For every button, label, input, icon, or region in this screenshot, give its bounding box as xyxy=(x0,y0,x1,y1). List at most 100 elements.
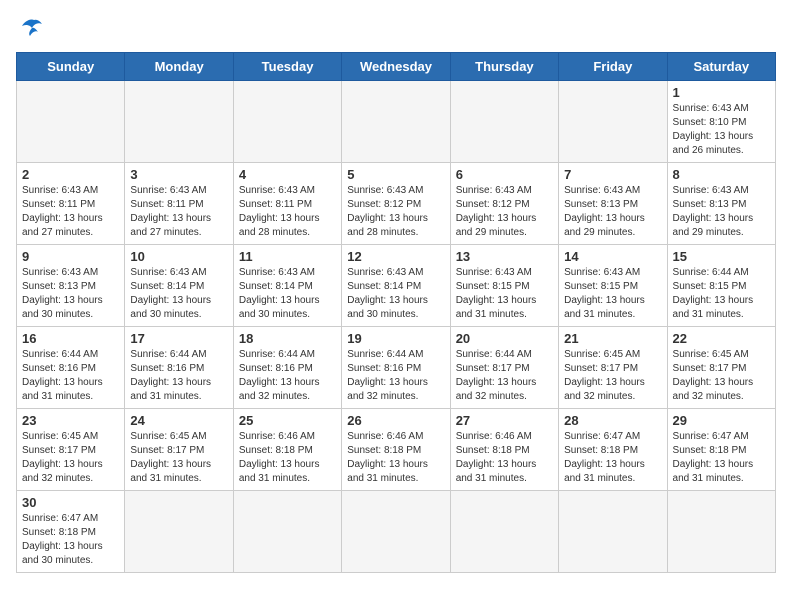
calendar-cell: 29 Sunrise: 6:47 AMSunset: 8:18 PMDayligh… xyxy=(667,409,775,491)
calendar-cell: 13 Sunrise: 6:43 AMSunset: 8:15 PMDayligh… xyxy=(450,245,558,327)
calendar-cell: 23Sunrise: 6:45 AMSunset: 8:17 PMDayligh… xyxy=(17,409,125,491)
day-number: 30 xyxy=(22,495,119,510)
calendar-week-4: 16 Sunrise: 6:44 AMSunset: 8:16 PMDayligh… xyxy=(17,327,776,409)
cell-info: Sunrise: 6:43 AMSunset: 8:10 PMDaylight:… xyxy=(673,102,770,158)
calendar-cell: 17Sunrise: 6:44 AMSunset: 8:16 PMDayligh… xyxy=(125,327,233,409)
calendar-cell: 11Sunrise: 6:43 AMSunset: 8:14 PMDayligh… xyxy=(233,245,341,327)
cell-info: Sunrise: 6:44 AMSunset: 8:17 PMDaylight:… xyxy=(456,348,553,404)
calendar-cell: 28Sunrise: 6:47 AMSunset: 8:18 PMDayligh… xyxy=(559,409,667,491)
calendar-cell: 4 Sunrise: 6:43 AMSunset: 8:11 PMDaylight… xyxy=(233,163,341,245)
day-number: 5 xyxy=(347,167,444,182)
day-number: 18 xyxy=(239,331,336,346)
day-number: 25 xyxy=(239,413,336,428)
day-number: 27 xyxy=(456,413,553,428)
cell-info: Sunrise: 6:47 AMSunset: 8:18 PMDaylight:… xyxy=(22,512,119,568)
logo-bird-icon xyxy=(20,16,48,40)
calendar-cell: 30 Sunrise: 6:47 AMSunset: 8:18 PMDayligh… xyxy=(17,491,125,573)
calendar-cell xyxy=(559,81,667,163)
calendar-week-1: 1 Sunrise: 6:43 AMSunset: 8:10 PMDaylight… xyxy=(17,81,776,163)
cell-info: Sunrise: 6:43 AMSunset: 8:11 PMDaylight:… xyxy=(239,184,336,240)
day-number: 13 xyxy=(456,249,553,264)
cell-info: Sunrise: 6:47 AMSunset: 8:18 PMDaylight:… xyxy=(673,430,770,486)
day-number: 14 xyxy=(564,249,661,264)
cell-info: Sunrise: 6:44 AMSunset: 8:16 PMDaylight:… xyxy=(130,348,227,404)
weekday-header-thursday: Thursday xyxy=(450,53,558,81)
weekday-header-sunday: Sunday xyxy=(17,53,125,81)
calendar-cell: 20 Sunrise: 6:44 AMSunset: 8:17 PMDayligh… xyxy=(450,327,558,409)
calendar-cell: 14 Sunrise: 6:43 AMSunset: 8:15 PMDayligh… xyxy=(559,245,667,327)
calendar-cell: 26Sunrise: 6:46 AMSunset: 8:18 PMDayligh… xyxy=(342,409,450,491)
calendar-cell: 3 Sunrise: 6:43 AMSunset: 8:11 PMDaylight… xyxy=(125,163,233,245)
cell-info: Sunrise: 6:43 AMSunset: 8:11 PMDaylight:… xyxy=(22,184,119,240)
calendar-cell: 27Sunrise: 6:46 AMSunset: 8:18 PMDayligh… xyxy=(450,409,558,491)
cell-info: Sunrise: 6:43 AMSunset: 8:13 PMDaylight:… xyxy=(673,184,770,240)
weekday-header-monday: Monday xyxy=(125,53,233,81)
calendar-cell: 24 Sunrise: 6:45 AMSunset: 8:17 PMDayligh… xyxy=(125,409,233,491)
calendar-cell: 15 Sunrise: 6:44 AMSunset: 8:15 PMDayligh… xyxy=(667,245,775,327)
calendar-cell xyxy=(667,491,775,573)
calendar-cell: 9Sunrise: 6:43 AMSunset: 8:13 PMDaylight… xyxy=(17,245,125,327)
cell-info: Sunrise: 6:44 AMSunset: 8:16 PMDaylight:… xyxy=(239,348,336,404)
day-number: 22 xyxy=(673,331,770,346)
calendar-cell xyxy=(559,491,667,573)
day-number: 24 xyxy=(130,413,227,428)
calendar-cell: 19 Sunrise: 6:44 AMSunset: 8:16 PMDayligh… xyxy=(342,327,450,409)
weekday-header-row: SundayMondayTuesdayWednesdayThursdayFrid… xyxy=(17,53,776,81)
day-number: 21 xyxy=(564,331,661,346)
day-number: 8 xyxy=(673,167,770,182)
day-number: 16 xyxy=(22,331,119,346)
cell-info: Sunrise: 6:44 AMSunset: 8:15 PMDaylight:… xyxy=(673,266,770,322)
cell-info: Sunrise: 6:43 AMSunset: 8:14 PMDaylight:… xyxy=(130,266,227,322)
day-number: 6 xyxy=(456,167,553,182)
calendar-cell xyxy=(450,81,558,163)
day-number: 2 xyxy=(22,167,119,182)
cell-info: Sunrise: 6:46 AMSunset: 8:18 PMDaylight:… xyxy=(239,430,336,486)
cell-info: Sunrise: 6:43 AMSunset: 8:13 PMDaylight:… xyxy=(22,266,119,322)
cell-info: Sunrise: 6:45 AMSunset: 8:17 PMDaylight:… xyxy=(673,348,770,404)
day-number: 19 xyxy=(347,331,444,346)
calendar-week-6: 30 Sunrise: 6:47 AMSunset: 8:18 PMDayligh… xyxy=(17,491,776,573)
calendar-cell xyxy=(233,491,341,573)
calendar-cell: 18 Sunrise: 6:44 AMSunset: 8:16 PMDayligh… xyxy=(233,327,341,409)
weekday-header-wednesday: Wednesday xyxy=(342,53,450,81)
cell-info: Sunrise: 6:43 AMSunset: 8:12 PMDaylight:… xyxy=(347,184,444,240)
calendar-cell: 21 Sunrise: 6:45 AMSunset: 8:17 PMDayligh… xyxy=(559,327,667,409)
calendar-cell: 2 Sunrise: 6:43 AMSunset: 8:11 PMDaylight… xyxy=(17,163,125,245)
calendar-cell: 10Sunrise: 6:43 AMSunset: 8:14 PMDayligh… xyxy=(125,245,233,327)
calendar-week-2: 2 Sunrise: 6:43 AMSunset: 8:11 PMDaylight… xyxy=(17,163,776,245)
day-number: 3 xyxy=(130,167,227,182)
header xyxy=(16,16,776,40)
cell-info: Sunrise: 6:43 AMSunset: 8:14 PMDaylight:… xyxy=(347,266,444,322)
day-number: 12 xyxy=(347,249,444,264)
weekday-header-saturday: Saturday xyxy=(667,53,775,81)
day-number: 15 xyxy=(673,249,770,264)
day-number: 4 xyxy=(239,167,336,182)
weekday-header-tuesday: Tuesday xyxy=(233,53,341,81)
cell-info: Sunrise: 6:45 AMSunset: 8:17 PMDaylight:… xyxy=(564,348,661,404)
calendar-cell xyxy=(450,491,558,573)
cell-info: Sunrise: 6:43 AMSunset: 8:15 PMDaylight:… xyxy=(456,266,553,322)
cell-info: Sunrise: 6:44 AMSunset: 8:16 PMDaylight:… xyxy=(347,348,444,404)
calendar-cell xyxy=(125,81,233,163)
calendar-cell: 12 Sunrise: 6:43 AMSunset: 8:14 PMDayligh… xyxy=(342,245,450,327)
day-number: 1 xyxy=(673,85,770,100)
calendar-week-3: 9Sunrise: 6:43 AMSunset: 8:13 PMDaylight… xyxy=(17,245,776,327)
cell-info: Sunrise: 6:43 AMSunset: 8:15 PMDaylight:… xyxy=(564,266,661,322)
cell-info: Sunrise: 6:43 AMSunset: 8:11 PMDaylight:… xyxy=(130,184,227,240)
calendar-cell: 7Sunrise: 6:43 AMSunset: 8:13 PMDaylight… xyxy=(559,163,667,245)
calendar-cell xyxy=(342,491,450,573)
calendar-cell: 5 Sunrise: 6:43 AMSunset: 8:12 PMDaylight… xyxy=(342,163,450,245)
cell-info: Sunrise: 6:45 AMSunset: 8:17 PMDaylight:… xyxy=(130,430,227,486)
cell-info: Sunrise: 6:43 AMSunset: 8:14 PMDaylight:… xyxy=(239,266,336,322)
calendar-table: SundayMondayTuesdayWednesdayThursdayFrid… xyxy=(16,52,776,573)
calendar-cell: 16 Sunrise: 6:44 AMSunset: 8:16 PMDayligh… xyxy=(17,327,125,409)
logo xyxy=(16,16,48,40)
weekday-header-friday: Friday xyxy=(559,53,667,81)
cell-info: Sunrise: 6:43 AMSunset: 8:12 PMDaylight:… xyxy=(456,184,553,240)
cell-info: Sunrise: 6:44 AMSunset: 8:16 PMDaylight:… xyxy=(22,348,119,404)
cell-info: Sunrise: 6:43 AMSunset: 8:13 PMDaylight:… xyxy=(564,184,661,240)
day-number: 20 xyxy=(456,331,553,346)
day-number: 28 xyxy=(564,413,661,428)
calendar-cell xyxy=(125,491,233,573)
day-number: 29 xyxy=(673,413,770,428)
